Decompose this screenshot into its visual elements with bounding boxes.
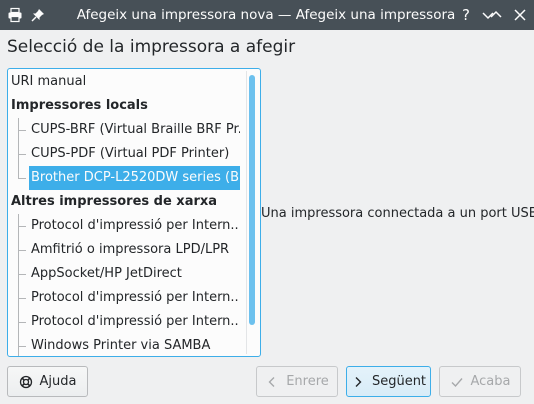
tree-branch bbox=[18, 142, 26, 166]
tree-branch bbox=[18, 310, 26, 334]
list-item-lpd-lpr[interactable]: Amfitrió o impressora LPD/LPR bbox=[30, 238, 240, 262]
page-title: Selecció de la impressora a afegir bbox=[7, 37, 296, 57]
list-item-ipp-2[interactable]: Protocol d'impressió per Intern... bbox=[30, 286, 240, 310]
next-button-label: Següent bbox=[371, 374, 427, 389]
help-button-label: Ajuda bbox=[39, 374, 77, 389]
close-icon[interactable] bbox=[510, 5, 530, 25]
maximize-icon[interactable] bbox=[486, 5, 506, 25]
printer-icon[interactable] bbox=[7, 7, 23, 23]
list-item-appsocket[interactable]: AppSocket/HP JetDirect bbox=[30, 262, 240, 286]
list-item-brother-selected[interactable]: Brother DCP-L2520DW series (B... bbox=[29, 166, 240, 190]
list-item-ipp-3[interactable]: Protocol d'impressió per Intern... bbox=[30, 310, 240, 334]
printer-device-list[interactable]: URI manual Impressores locals CUPS-BRF (… bbox=[7, 68, 261, 357]
list-item-ipp-1[interactable]: Protocol d'impressió per Intern... bbox=[30, 214, 240, 238]
help-icon[interactable]: ? bbox=[456, 5, 476, 25]
window-title: Afegeix una impressora nova — Afegeix un… bbox=[76, 7, 456, 23]
title-bar: Afegeix una impressora nova — Afegeix un… bbox=[0, 0, 534, 30]
tree-branch bbox=[18, 262, 26, 286]
tree-branch bbox=[18, 286, 26, 310]
list-item-cups-brf[interactable]: CUPS-BRF (Virtual Braille BRF Pr... bbox=[30, 118, 240, 142]
tree-branch bbox=[18, 334, 26, 356]
tree-branch bbox=[18, 118, 26, 142]
scrollbar-thumb[interactable] bbox=[249, 75, 255, 325]
group-local-printers[interactable]: Impressores locals bbox=[11, 94, 148, 118]
finish-button[interactable]: Acaba bbox=[439, 366, 521, 397]
back-button-label: Enrere bbox=[286, 374, 329, 389]
list-item-samba[interactable]: Windows Printer via SAMBA bbox=[30, 334, 240, 356]
device-description: Una impressora connectada a un port USB. bbox=[261, 206, 534, 221]
help-button[interactable]: Ajuda bbox=[7, 366, 88, 397]
lifebuoy-icon bbox=[19, 375, 33, 389]
next-button[interactable]: Següent bbox=[346, 366, 431, 397]
chevron-right-icon bbox=[351, 375, 365, 389]
tree-branch bbox=[18, 214, 26, 238]
svg-text:?: ? bbox=[462, 6, 470, 24]
group-network-printers[interactable]: Altres impressores de xarxa bbox=[11, 190, 217, 214]
checkmark-icon bbox=[450, 375, 464, 389]
tree-branch bbox=[18, 166, 26, 190]
back-button[interactable]: Enrere bbox=[256, 366, 338, 397]
pin-icon[interactable] bbox=[30, 7, 46, 23]
list-item-cups-pdf[interactable]: CUPS-PDF (Virtual PDF Printer) bbox=[30, 142, 240, 166]
tree-branch bbox=[18, 238, 26, 262]
chevron-left-icon bbox=[265, 375, 279, 389]
list-item-manual-uri[interactable]: URI manual bbox=[11, 70, 86, 94]
finish-button-label: Acaba bbox=[470, 374, 511, 389]
